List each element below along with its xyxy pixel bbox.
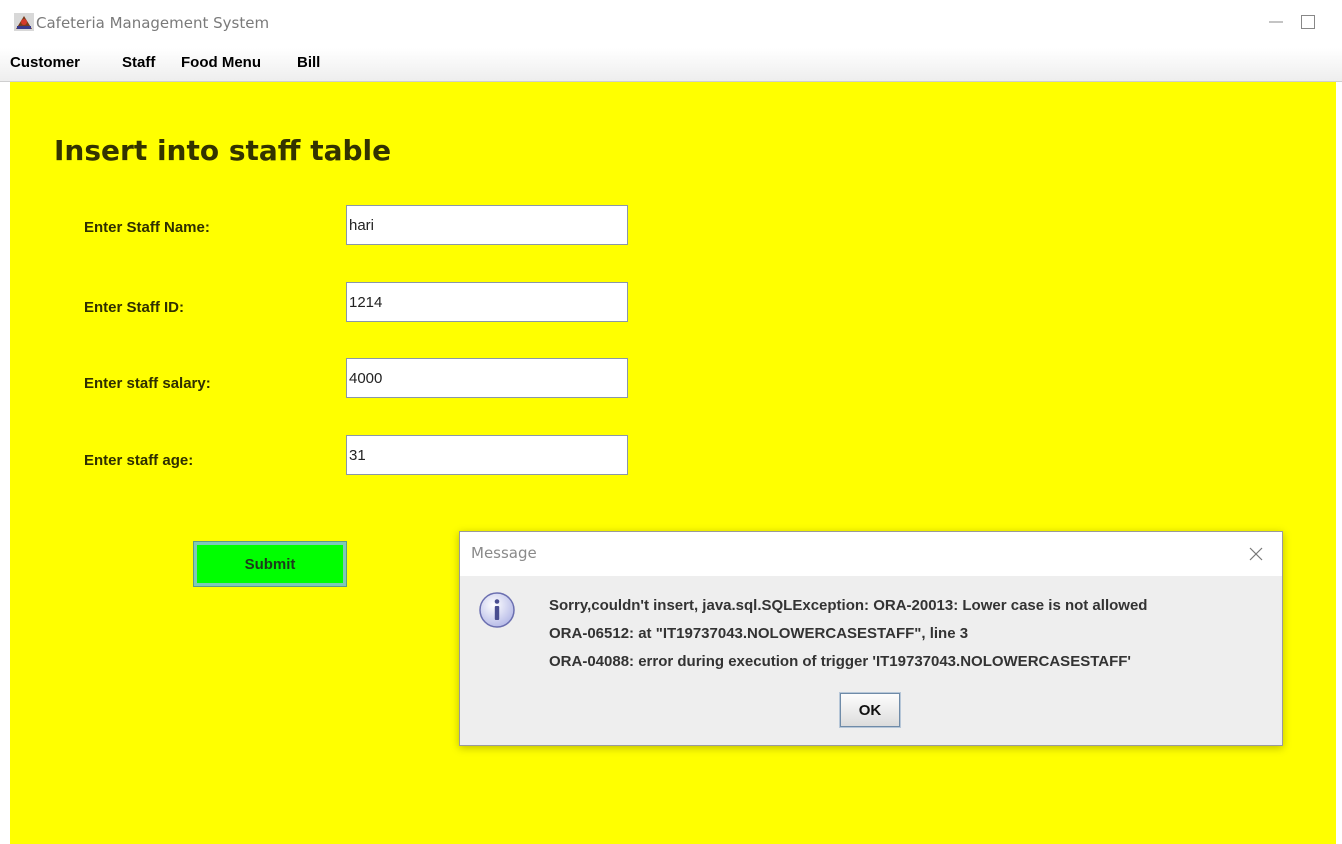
staff-age-label: Enter staff age:: [84, 452, 194, 469]
info-icon: [479, 592, 515, 628]
title-bar: Cafeteria Management System: [0, 0, 1342, 48]
staff-age-input[interactable]: [346, 435, 628, 475]
menu-item-food-menu[interactable]: Food Menu: [181, 54, 261, 71]
ok-button[interactable]: OK: [839, 692, 901, 728]
staff-salary-input[interactable]: [346, 358, 628, 398]
window-title: Cafeteria Management System: [36, 14, 270, 32]
dialog-header: Message: [460, 532, 1282, 576]
message-dialog: Message Sorry,couldn't insert, java.sql.…: [459, 531, 1283, 746]
menu-bar: Customer Staff Food Menu Bill: [0, 48, 1342, 82]
page-title: Insert into staff table: [54, 134, 392, 167]
menu-item-bill[interactable]: Bill: [297, 54, 320, 71]
message-line-2: ORA-06512: at "IT19737043.NOLOWERCASESTA…: [549, 625, 969, 642]
message-line-3: ORA-04088: error during execution of tri…: [549, 653, 1131, 670]
close-icon[interactable]: [1246, 544, 1266, 564]
submit-button[interactable]: Submit: [193, 541, 347, 587]
staff-name-input[interactable]: [346, 205, 628, 245]
staff-id-input[interactable]: [346, 282, 628, 322]
dialog-title: Message: [471, 544, 537, 562]
message-line-1: Sorry,couldn't insert, java.sql.SQLExcep…: [549, 597, 1148, 614]
staff-salary-label: Enter staff salary:: [84, 375, 211, 392]
maximize-icon[interactable]: [1298, 12, 1318, 32]
menu-item-customer[interactable]: Customer: [10, 54, 80, 71]
app-icon: [14, 13, 34, 31]
menu-item-staff[interactable]: Staff: [122, 54, 155, 71]
minimize-icon[interactable]: [1266, 12, 1286, 32]
staff-id-label: Enter Staff ID:: [84, 299, 185, 316]
staff-name-label: Enter Staff Name:: [84, 219, 210, 236]
